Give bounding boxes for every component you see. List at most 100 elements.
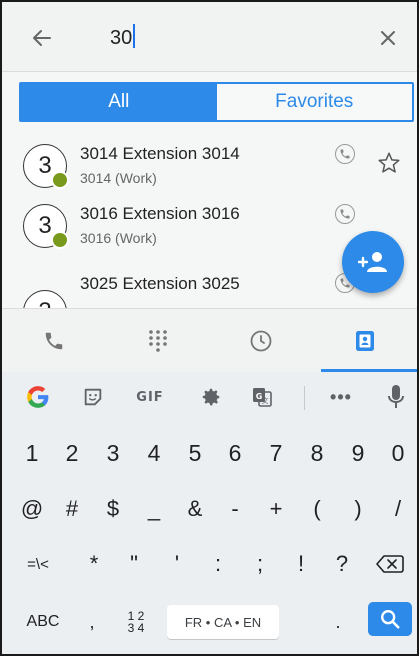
phone-icon bbox=[45, 332, 63, 349]
more-symbols-key[interactable]: =\< bbox=[14, 538, 62, 590]
clear-search-button[interactable] bbox=[374, 24, 402, 52]
key-9[interactable]: 9 bbox=[338, 427, 378, 479]
key-exclamation[interactable]: ! bbox=[281, 538, 321, 590]
dialpad-icon bbox=[148, 329, 167, 352]
search-enter-key[interactable] bbox=[368, 602, 412, 636]
more-options-button[interactable]: ••• bbox=[324, 384, 358, 410]
sticker-icon bbox=[84, 388, 102, 406]
contact-name: 3014 Extension 3014 bbox=[80, 144, 240, 163]
key-hash[interactable]: # bbox=[52, 483, 92, 535]
google-search-button[interactable] bbox=[24, 384, 52, 410]
abc-key[interactable]: ABC bbox=[16, 596, 70, 648]
call-contact-button[interactable] bbox=[335, 204, 355, 224]
key-4[interactable]: 4 bbox=[134, 427, 174, 479]
backspace-key[interactable] bbox=[368, 538, 412, 590]
contact-filter-tabs: All Favorites bbox=[19, 82, 414, 122]
back-button[interactable] bbox=[28, 24, 56, 52]
search-query: 30 bbox=[110, 27, 133, 49]
keyboard-settings-button[interactable] bbox=[198, 384, 224, 410]
avatar: 3 bbox=[23, 290, 67, 308]
key-0[interactable]: 0 bbox=[378, 427, 417, 479]
presence-indicator bbox=[51, 171, 69, 189]
microphone-icon bbox=[388, 385, 404, 408]
key-minus[interactable]: - bbox=[215, 483, 255, 535]
key-slash[interactable]: / bbox=[378, 483, 417, 535]
key-question[interactable]: ? bbox=[322, 538, 362, 590]
bottom-key-row: ABC , 1 2 3 4 FR • CA • EN . bbox=[2, 596, 417, 648]
gif-label: GIF bbox=[136, 389, 164, 405]
tab-calls[interactable] bbox=[2, 309, 106, 372]
google-icon bbox=[27, 386, 49, 408]
digit-key-row: 1 2 3 4 5 6 7 8 9 0 bbox=[2, 427, 417, 479]
on-screen-keyboard: GIF G 文 ••• 1 2 3 4 5 6 7 8 9 0 @ # $ _ … bbox=[2, 372, 417, 654]
contact-detail: 3014 (Work) bbox=[80, 170, 157, 186]
phone-icon bbox=[340, 149, 350, 159]
search-input[interactable]: 30 bbox=[110, 20, 370, 56]
more-options-label: ••• bbox=[330, 386, 352, 407]
bottom-navigation bbox=[2, 308, 417, 372]
call-contact-button[interactable] bbox=[335, 144, 355, 164]
search-bar: 30 bbox=[2, 2, 417, 72]
space-language-label: FR • CA • EN bbox=[184, 614, 262, 630]
favorite-button[interactable] bbox=[376, 150, 402, 176]
tab-favorites[interactable]: Favorites bbox=[216, 84, 412, 120]
key-ampersand[interactable]: & bbox=[175, 483, 215, 535]
translate-icon: G 文 bbox=[253, 388, 272, 407]
avatar-initial: 3 bbox=[38, 152, 52, 179]
toolbar-divider bbox=[304, 386, 305, 410]
phone-icon bbox=[340, 209, 350, 219]
tab-contacts[interactable] bbox=[313, 309, 417, 372]
key-open-paren[interactable]: ( bbox=[297, 483, 337, 535]
add-contact-button[interactable] bbox=[342, 231, 404, 293]
star-outline-icon bbox=[378, 152, 400, 173]
avatar-initial: 3 bbox=[38, 298, 51, 308]
translate-button[interactable]: G 文 bbox=[248, 384, 276, 410]
key-8[interactable]: 8 bbox=[297, 427, 337, 479]
key-6[interactable]: 6 bbox=[215, 427, 255, 479]
voice-input-button[interactable] bbox=[384, 384, 408, 410]
contact-name: 3016 Extension 3016 bbox=[80, 204, 240, 223]
contacts-icon bbox=[356, 330, 375, 351]
close-icon bbox=[381, 31, 395, 45]
key-plus[interactable]: + bbox=[256, 483, 296, 535]
key-3[interactable]: 3 bbox=[93, 427, 133, 479]
tab-favorites-label: Favorites bbox=[275, 91, 354, 112]
key-double-quote[interactable]: " bbox=[114, 538, 154, 590]
key-at[interactable]: @ bbox=[12, 483, 52, 535]
phone-screen: 30 All Favorites 3 3014 Extension 3014 3… bbox=[0, 0, 419, 656]
key-5[interactable]: 5 bbox=[175, 427, 215, 479]
text-cursor bbox=[133, 24, 136, 48]
symbol-key-row-1: @ # $ _ & - + ( ) / bbox=[2, 483, 417, 535]
symbol-key-row-2: =\< * " ' : ; ! ? bbox=[2, 538, 417, 590]
backspace-icon bbox=[376, 555, 404, 573]
key-asterisk[interactable]: * bbox=[74, 538, 114, 590]
gif-button[interactable]: GIF bbox=[130, 384, 170, 410]
sticker-button[interactable] bbox=[80, 384, 106, 410]
key-close-paren[interactable]: ) bbox=[338, 483, 378, 535]
avatar-initial: 3 bbox=[38, 212, 52, 239]
contact-name: 3025 Extension 3025 bbox=[80, 274, 240, 293]
key-underscore[interactable]: _ bbox=[134, 483, 174, 535]
tab-all-label: All bbox=[108, 91, 130, 112]
search-icon bbox=[381, 610, 400, 629]
tab-all[interactable]: All bbox=[21, 84, 217, 120]
contact-row[interactable]: 3 3014 Extension 3014 3014 (Work) bbox=[2, 128, 417, 189]
tab-dialpad[interactable] bbox=[106, 309, 210, 372]
key-period[interactable]: . bbox=[320, 596, 356, 648]
clock-icon bbox=[250, 330, 272, 351]
key-single-quote[interactable]: ' bbox=[157, 538, 197, 590]
presence-indicator bbox=[51, 231, 69, 249]
key-comma[interactable]: , bbox=[74, 596, 110, 648]
contact-detail: 3016 (Work) bbox=[80, 230, 157, 246]
space-key[interactable]: FR • CA • EN bbox=[167, 605, 279, 639]
key-colon[interactable]: : bbox=[198, 538, 238, 590]
key-semicolon[interactable]: ; bbox=[240, 538, 280, 590]
settings-icon bbox=[202, 388, 220, 406]
key-1[interactable]: 1 bbox=[12, 427, 52, 479]
add-contact-icon bbox=[357, 252, 387, 272]
numpad-key[interactable]: 1 2 3 4 bbox=[116, 596, 156, 648]
tab-history[interactable] bbox=[210, 309, 314, 372]
key-2[interactable]: 2 bbox=[52, 427, 92, 479]
key-dollar[interactable]: $ bbox=[93, 483, 133, 535]
key-7[interactable]: 7 bbox=[256, 427, 296, 479]
